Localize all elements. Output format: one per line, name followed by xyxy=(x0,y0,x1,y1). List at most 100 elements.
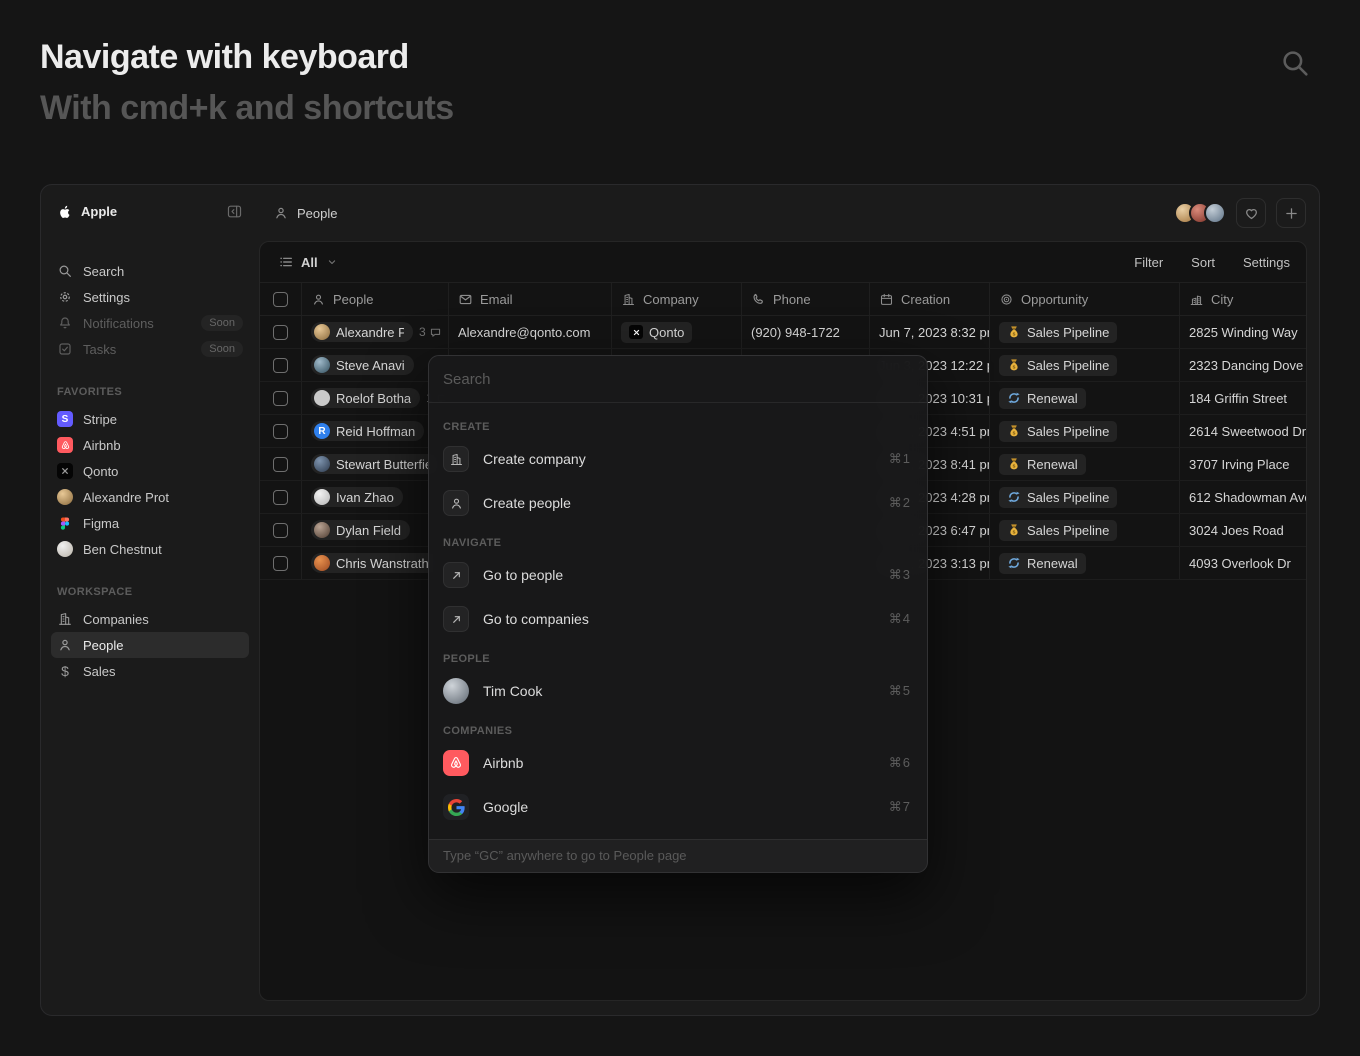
person-chip[interactable]: Roelof Botha xyxy=(311,388,420,408)
column-header-phone[interactable]: Phone xyxy=(742,283,870,315)
person-cell[interactable]: Stewart Butterfield xyxy=(302,448,449,480)
table-row[interactable]: Alexandre Prot 3 Alexandre@qonto.com Qon… xyxy=(260,316,1306,349)
breadcrumb[interactable]: People xyxy=(273,205,337,221)
email-cell[interactable]: Alexandre@qonto.com xyxy=(449,316,612,348)
sidebar-item-alexandre-prot[interactable]: Alexandre Prot xyxy=(51,484,249,510)
row-checkbox[interactable] xyxy=(260,415,302,447)
opportunity-chip[interactable]: Renewal xyxy=(999,388,1086,409)
sidebar-item-figma[interactable]: Figma xyxy=(51,510,249,536)
qonto-logo-icon xyxy=(629,325,643,339)
sidebar-item-settings[interactable]: Settings xyxy=(51,284,249,310)
workspace-header[interactable]: Apple xyxy=(51,199,249,222)
command-item-tim-cook[interactable]: Tim Cook ⌘5 xyxy=(441,669,915,713)
sidebar-item-people[interactable]: People xyxy=(51,632,249,658)
person-chip[interactable]: Stewart Butterfield xyxy=(311,454,439,474)
sidebar-item-stripe[interactable]: S Stripe xyxy=(51,406,249,432)
sidebar-item-label: Stripe xyxy=(83,412,243,427)
row-checkbox[interactable] xyxy=(260,481,302,513)
opportunity-chip[interactable]: Sales Pipeline xyxy=(999,421,1117,442)
workspace-section-label: WORKSPACE xyxy=(57,586,243,598)
command-search-input[interactable] xyxy=(429,356,927,403)
city-cell[interactable]: 2614 Sweetwood Dr xyxy=(1180,415,1306,447)
row-checkbox[interactable] xyxy=(260,349,302,381)
sidebar-item-airbnb[interactable]: Airbnb xyxy=(51,432,249,458)
column-header-email[interactable]: Email xyxy=(449,283,612,315)
person-cell[interactable]: RReid Hoffman xyxy=(302,415,449,447)
opportunity-cell[interactable]: Sales Pipeline xyxy=(990,481,1180,513)
column-header-city[interactable]: City xyxy=(1180,283,1306,315)
command-item-google[interactable]: Google ⌘7 xyxy=(441,785,915,829)
opportunity-cell[interactable]: Renewal xyxy=(990,547,1180,579)
sidebar-item-companies[interactable]: Companies xyxy=(51,606,249,632)
opportunity-cell[interactable]: Sales Pipeline xyxy=(990,349,1180,381)
column-header-creation[interactable]: Creation xyxy=(870,283,990,315)
city-cell[interactable]: 4093 Overlook Dr xyxy=(1180,547,1306,579)
opportunity-chip[interactable]: Sales Pipeline xyxy=(999,520,1117,541)
person-cell[interactable]: Steve Anavi xyxy=(302,349,449,381)
command-item-create-company[interactable]: Create company ⌘1 xyxy=(441,437,915,481)
person-chip[interactable]: Steve Anavi xyxy=(311,355,414,375)
city-cell[interactable]: 612 Shadowman Ave xyxy=(1180,481,1306,513)
person-chip[interactable]: Chris Wanstrath xyxy=(311,553,438,573)
person-cell[interactable]: Alexandre Prot 3 xyxy=(302,316,449,348)
row-checkbox[interactable] xyxy=(260,316,302,348)
person-chip[interactable]: RReid Hoffman xyxy=(311,421,424,441)
opportunity-cell[interactable]: Renewal xyxy=(990,382,1180,414)
person-chip[interactable]: Ivan Zhao xyxy=(311,487,403,507)
opportunity-chip[interactable]: Renewal xyxy=(999,454,1086,475)
person-cell[interactable]: Ivan Zhao xyxy=(302,481,449,513)
command-item-go-to-people[interactable]: Go to people ⌘3 xyxy=(441,553,915,597)
company-chip[interactable]: Qonto xyxy=(621,322,692,343)
opportunity-cell[interactable]: Sales Pipeline xyxy=(990,514,1180,546)
settings-button[interactable]: Settings xyxy=(1243,255,1290,270)
filter-button[interactable]: Filter xyxy=(1134,255,1163,270)
city-cell[interactable]: 3024 Joes Road xyxy=(1180,514,1306,546)
building-icon xyxy=(621,292,636,307)
row-checkbox[interactable] xyxy=(260,448,302,480)
city-cell[interactable]: 3707 Irving Place xyxy=(1180,448,1306,480)
opportunity-chip[interactable]: Renewal xyxy=(999,553,1086,574)
comment-count[interactable]: 3 xyxy=(419,325,442,339)
row-checkbox[interactable] xyxy=(260,514,302,546)
sidebar-item-ben-chestnut[interactable]: Ben Chestnut xyxy=(51,536,249,562)
person-cell[interactable]: Roelof Botha 1 xyxy=(302,382,449,414)
person-chip[interactable]: Dylan Field xyxy=(311,520,410,540)
view-name: All xyxy=(301,255,318,270)
company-cell[interactable]: Qonto xyxy=(612,316,742,348)
column-header-people[interactable]: People xyxy=(302,283,449,315)
collapse-sidebar-button[interactable] xyxy=(226,203,243,220)
opportunity-cell[interactable]: Sales Pipeline xyxy=(990,415,1180,447)
city-cell[interactable]: 2825 Winding Way xyxy=(1180,316,1306,348)
add-record-button[interactable] xyxy=(1276,198,1306,228)
sidebar-item-sales[interactable]: $ Sales xyxy=(51,658,249,684)
sidebar-item-search[interactable]: Search xyxy=(51,258,249,284)
opportunity-cell[interactable]: Sales Pipeline xyxy=(990,316,1180,348)
person-cell[interactable]: Chris Wanstrath xyxy=(302,547,449,579)
creation-cell[interactable]: Jun 7, 2023 8:32 pm xyxy=(870,316,990,348)
opportunity-cell[interactable]: Renewal xyxy=(990,448,1180,480)
sort-button[interactable]: Sort xyxy=(1191,255,1215,270)
row-checkbox[interactable] xyxy=(260,547,302,579)
sidebar: Apple Search Settings Notifications Soon… xyxy=(41,185,259,1015)
view-switch[interactable]: All xyxy=(278,254,339,270)
sidebar-item-qonto[interactable]: Qonto xyxy=(51,458,249,484)
search-icon[interactable] xyxy=(1278,46,1312,80)
opportunity-chip[interactable]: Sales Pipeline xyxy=(999,487,1117,508)
command-item-go-to-companies[interactable]: Go to companies ⌘4 xyxy=(441,597,915,641)
opportunity-chip[interactable]: Sales Pipeline xyxy=(999,355,1117,376)
opportunity-chip[interactable]: Sales Pipeline xyxy=(999,322,1117,343)
row-checkbox[interactable] xyxy=(260,382,302,414)
select-all-checkbox[interactable] xyxy=(260,283,302,315)
city-cell[interactable]: 184 Griffin Street xyxy=(1180,382,1306,414)
person-cell[interactable]: Dylan Field xyxy=(302,514,449,546)
city-cell[interactable]: 2323 Dancing Dove xyxy=(1180,349,1306,381)
person-chip[interactable]: Alexandre Prot xyxy=(311,322,413,342)
command-item-label: Go to companies xyxy=(483,611,875,627)
phone-cell[interactable]: (920) 948-1722 xyxy=(742,316,870,348)
command-item-create-people[interactable]: Create people ⌘2 xyxy=(441,481,915,525)
favorite-button[interactable] xyxy=(1236,198,1266,228)
column-header-company[interactable]: Company xyxy=(612,283,742,315)
column-header-opportunity[interactable]: Opportunity xyxy=(990,283,1180,315)
member-avatars[interactable] xyxy=(1174,202,1226,224)
command-item-airbnb[interactable]: Airbnb ⌘6 xyxy=(441,741,915,785)
